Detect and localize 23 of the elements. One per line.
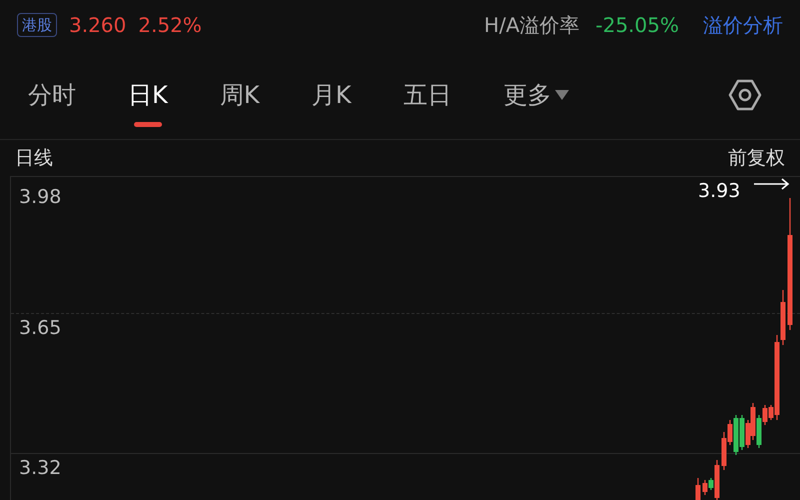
candlestick (696, 478, 700, 500)
premium-label: H/A溢价率 (484, 12, 580, 39)
chart-title: 日线 (15, 146, 53, 171)
adjustment-label: 前复权 (728, 146, 785, 171)
chart-tab[interactable]: 更多 (503, 76, 570, 112)
max-price-label: 3.93 (698, 179, 740, 204)
chart-tab[interactable]: 五日 (403, 76, 452, 112)
premium-analysis-link[interactable]: 溢价分析 (703, 10, 783, 40)
chart-tab[interactable]: 月K (312, 76, 352, 112)
axis-label: 3.98 (19, 186, 62, 208)
arrow-icon (753, 178, 790, 190)
chart-tab[interactable]: 日K (128, 76, 168, 112)
tab-underline (134, 122, 162, 126)
market-badge: 港股 (17, 12, 57, 38)
axis-label: 3.32 (19, 457, 62, 479)
price-value: 3.260 (69, 12, 126, 39)
chart-tab[interactable]: 周K (220, 76, 260, 112)
settings-icon[interactable] (728, 78, 762, 112)
change-percent: 2.52% (138, 12, 202, 39)
axis-label: 3.65 (19, 317, 62, 339)
caret-icon (555, 90, 570, 100)
premium-value: -25.05% (596, 12, 679, 39)
chart-tab[interactable]: 分时 (28, 76, 76, 112)
